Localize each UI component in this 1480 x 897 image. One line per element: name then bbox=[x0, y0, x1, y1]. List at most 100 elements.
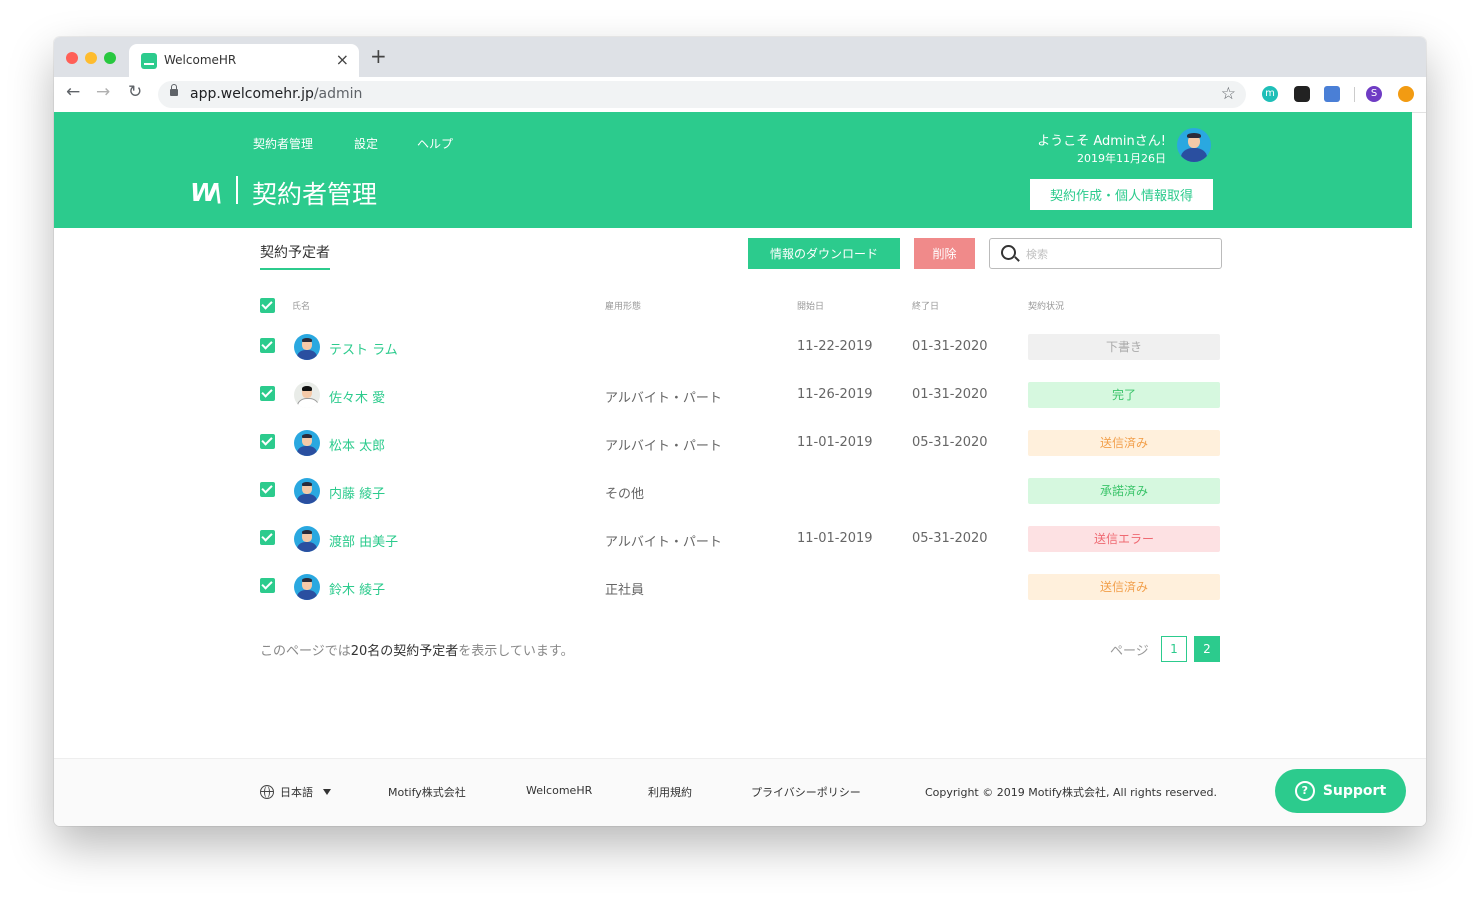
globe-icon bbox=[260, 785, 274, 799]
table-row[interactable]: 松本 太郎 アルバイト・パート 11-01-2019 05-31-2020 送信… bbox=[54, 425, 1412, 473]
header-status[interactable]: 契約状況 bbox=[1028, 299, 1064, 312]
status-badge: 完了 bbox=[1028, 382, 1220, 408]
extension-owl-icon[interactable] bbox=[1294, 86, 1310, 102]
caret-down-icon[interactable] bbox=[323, 789, 331, 795]
help-icon: ? bbox=[1294, 781, 1315, 801]
page-1-button[interactable]: 1 bbox=[1161, 636, 1187, 662]
employment-type: アルバイト・パート bbox=[605, 439, 722, 454]
status-badge: 送信済み bbox=[1028, 430, 1220, 456]
contractor-name-link[interactable]: 佐々木 愛 bbox=[329, 387, 385, 406]
extension-m-icon[interactable]: m bbox=[1262, 86, 1278, 102]
back-arrow-icon[interactable]: ← bbox=[66, 82, 80, 102]
nav-contractor-management[interactable]: 契約者管理 bbox=[253, 135, 313, 152]
copyright-text: Copyright © 2019 Motify株式会社, All rights … bbox=[925, 786, 1218, 799]
row-checkbox[interactable] bbox=[260, 434, 275, 449]
browser-tab[interactable]: WelcomeHR × bbox=[129, 44, 359, 77]
search-input[interactable] bbox=[1024, 244, 1208, 264]
employment-type: アルバイト・パート bbox=[605, 535, 722, 550]
support-button[interactable]: ? Support bbox=[1275, 769, 1406, 813]
welcomehr-favicon-icon bbox=[141, 53, 157, 69]
results-summary: このページでは20名の契約予定者を表示しています。 bbox=[260, 640, 574, 659]
table-row[interactable]: 佐々木 愛 アルバイト・パート 11-26-2019 01-31-2020 完了 bbox=[54, 377, 1412, 425]
search-box[interactable] bbox=[989, 238, 1222, 269]
header-name[interactable]: 氏名 bbox=[292, 299, 310, 312]
tab-planned-contractors[interactable]: 契約予定者 bbox=[260, 242, 330, 270]
maximize-window-button[interactable] bbox=[104, 52, 116, 64]
summary-prefix: このページでは bbox=[260, 644, 351, 659]
status-badge: 送信済み bbox=[1028, 574, 1220, 600]
row-checkbox[interactable] bbox=[260, 578, 275, 593]
avatar bbox=[294, 334, 320, 360]
profile-avatar-icon[interactable]: S bbox=[1366, 86, 1382, 102]
search-icon bbox=[1001, 245, 1016, 260]
header-employment[interactable]: 雇用形態 bbox=[605, 299, 641, 312]
select-all-checkbox[interactable] bbox=[260, 298, 275, 313]
app-header: 契約者管理 設定 ヘルプ W\ 契約者管理 ようこそ Adminさん! 2019… bbox=[54, 112, 1412, 228]
tab-close-icon[interactable]: × bbox=[336, 50, 349, 69]
close-window-button[interactable] bbox=[66, 52, 78, 64]
table-row[interactable]: 鈴木 綾子 正社員 送信済み bbox=[54, 569, 1412, 617]
bookmark-star-icon[interactable]: ☆ bbox=[1221, 84, 1236, 104]
forward-arrow-icon[interactable]: → bbox=[96, 82, 110, 102]
start-date: 11-01-2019 bbox=[797, 531, 873, 546]
table-row[interactable]: 渡部 由美子 アルバイト・パート 11-01-2019 05-31-2020 送… bbox=[54, 521, 1412, 569]
main-content: 契約予定者 情報のダウンロード 削除 氏名 雇用形態 開始日 終了日 契約状況 … bbox=[54, 228, 1412, 758]
logo-divider bbox=[236, 176, 238, 204]
current-date: 2019年11月26日 bbox=[1077, 152, 1166, 165]
tab-bar: WelcomeHR × + bbox=[54, 37, 1426, 77]
row-checkbox[interactable] bbox=[260, 386, 275, 401]
new-tab-button[interactable]: + bbox=[370, 46, 387, 66]
footer-link-terms[interactable]: 利用規約 bbox=[648, 784, 692, 800]
url-host: app.welcomehr.jp bbox=[190, 86, 314, 102]
delete-button[interactable]: 削除 bbox=[914, 238, 975, 269]
lock-icon bbox=[170, 84, 178, 96]
end-date: 05-31-2020 bbox=[912, 531, 988, 546]
avatar bbox=[294, 574, 320, 600]
language-selector[interactable]: 日本語 bbox=[280, 784, 313, 800]
address-bar[interactable]: app.welcomehr.jp/admin ☆ bbox=[158, 81, 1246, 108]
welcomehr-logo[interactable]: W\ bbox=[190, 178, 223, 207]
start-date: 11-01-2019 bbox=[797, 435, 873, 450]
summary-suffix: を表示しています。 bbox=[458, 644, 574, 659]
contractor-name-link[interactable]: 松本 太郎 bbox=[329, 435, 385, 454]
end-date: 05-31-2020 bbox=[912, 435, 988, 450]
contractor-name-link[interactable]: 内藤 綾子 bbox=[329, 483, 385, 502]
avatar bbox=[294, 478, 320, 504]
url-path: /admin bbox=[313, 86, 363, 102]
start-date: 11-22-2019 bbox=[797, 339, 873, 354]
user-avatar[interactable] bbox=[1177, 128, 1211, 162]
browser-window: WelcomeHR × + ← → ↻ app.welcomehr.jp/adm… bbox=[54, 37, 1426, 826]
download-info-button[interactable]: 情報のダウンロード bbox=[748, 238, 900, 269]
reload-icon[interactable]: ↻ bbox=[128, 82, 142, 102]
user-greeting: ようこそ Adminさん! bbox=[1037, 134, 1166, 149]
nav-settings[interactable]: 設定 bbox=[354, 135, 378, 152]
row-checkbox[interactable] bbox=[260, 482, 275, 497]
minimize-window-button[interactable] bbox=[85, 52, 97, 64]
row-checkbox[interactable] bbox=[260, 338, 275, 353]
contractor-name-link[interactable]: 鈴木 綾子 bbox=[329, 579, 385, 598]
header-end[interactable]: 終了日 bbox=[912, 299, 939, 312]
employment-type: 正社員 bbox=[605, 583, 645, 598]
url-text[interactable]: app.welcomehr.jp/admin bbox=[190, 86, 362, 102]
avatar bbox=[294, 430, 320, 456]
update-icon[interactable] bbox=[1398, 86, 1414, 102]
row-checkbox[interactable] bbox=[260, 530, 275, 545]
extension-screen-icon[interactable] bbox=[1324, 86, 1340, 102]
browser-toolbar: ← → ↻ app.welcomehr.jp/admin ☆ m S bbox=[54, 77, 1426, 113]
toolbar-divider bbox=[1354, 87, 1355, 102]
footer-link-company[interactable]: Motify株式会社 bbox=[388, 784, 466, 800]
contractor-name-link[interactable]: 渡部 由美子 bbox=[329, 531, 398, 550]
table-row[interactable]: 内藤 綾子 その他 承諾済み bbox=[54, 473, 1412, 521]
page-2-button[interactable]: 2 bbox=[1194, 636, 1220, 662]
end-date: 01-31-2020 bbox=[912, 387, 988, 402]
create-contract-button[interactable]: 契約作成・個人情報取得 bbox=[1030, 179, 1213, 210]
footer-link-privacy[interactable]: プライバシーポリシー bbox=[751, 784, 861, 800]
header-start[interactable]: 開始日 bbox=[797, 299, 824, 312]
footer-link-welcomehr[interactable]: WelcomeHR bbox=[526, 784, 592, 797]
contractor-name-link[interactable]: テスト ラム bbox=[329, 339, 398, 358]
employment-type: アルバイト・パート bbox=[605, 391, 722, 406]
pagination-label: ページ bbox=[1110, 644, 1149, 659]
table-row[interactable]: テスト ラム 11-22-2019 01-31-2020 下書き bbox=[54, 329, 1412, 377]
status-badge: 下書き bbox=[1028, 334, 1220, 360]
nav-help[interactable]: ヘルプ bbox=[417, 135, 453, 152]
